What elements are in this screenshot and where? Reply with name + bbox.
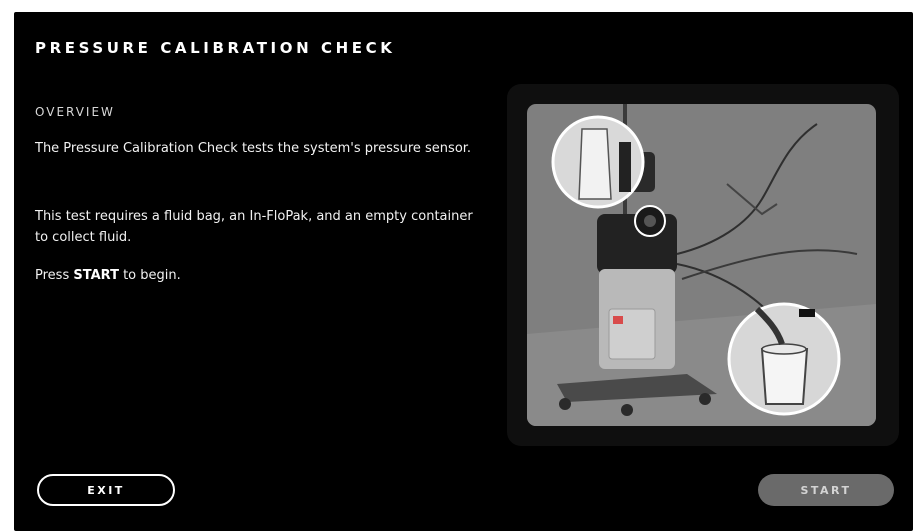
wheel-1: [559, 398, 571, 410]
tubing-line-4: [726, 183, 778, 216]
connector-icon: [644, 215, 656, 227]
wheel-3: [699, 393, 711, 405]
fluid-bag-icon: [578, 128, 612, 200]
exit-button[interactable]: EXIT: [37, 474, 175, 506]
calibration-screen: PRESSURE CALIBRATION CHECK OVERVIEW The …: [14, 12, 913, 531]
setup-illustration: [527, 104, 876, 426]
overview-heading: OVERVIEW: [35, 105, 115, 119]
page-title: PRESSURE CALIBRATION CHECK: [35, 39, 396, 57]
tubing-line-3: [681, 249, 858, 280]
wristband: [799, 309, 815, 317]
collection-container-icon: [760, 348, 809, 405]
start-keyword: START: [73, 268, 119, 283]
start-button[interactable]: START: [758, 474, 894, 506]
tubing-line-1: [676, 123, 818, 255]
container-rim: [761, 343, 807, 355]
overview-paragraph-3: Press START to begin.: [35, 265, 485, 286]
paragraph-3-suffix: to begin.: [118, 268, 181, 283]
paragraph-3-prefix: Press: [35, 268, 74, 283]
overview-paragraph-1: The Pressure Calibration Check tests the…: [35, 141, 472, 156]
wheel-2: [621, 404, 633, 416]
fluid-system-drawing: [527, 104, 876, 426]
illustration-frame: [507, 84, 899, 446]
overview-paragraph-2: This test requires a fluid bag, an In-Fl…: [35, 209, 473, 245]
tower-indicator: [613, 316, 623, 324]
bag-holder: [619, 142, 631, 192]
